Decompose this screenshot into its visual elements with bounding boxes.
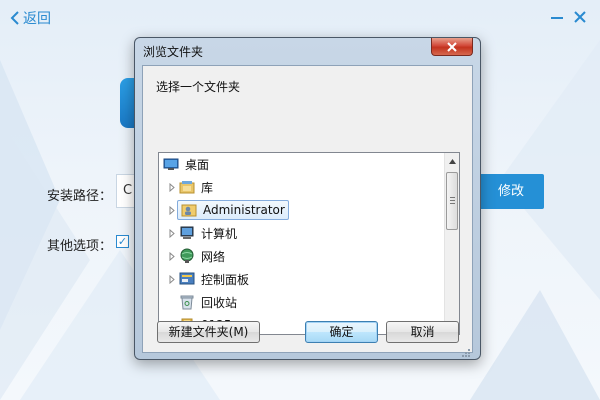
tree-item-computer[interactable]: 计算机: [167, 223, 237, 243]
recycle-bin-icon: [180, 295, 194, 310]
close-button[interactable]: [572, 9, 588, 25]
dialog-instruction: 选择一个文件夹: [156, 80, 241, 94]
other-option-checkbox[interactable]: ✓: [116, 235, 129, 248]
tree-item-label: 控制面板: [201, 272, 250, 287]
expand-arrow-icon[interactable]: [167, 200, 177, 220]
ok-button[interactable]: 确定: [305, 321, 378, 343]
dialog-title: 浏览文件夹: [143, 45, 204, 59]
dialog-close-button[interactable]: [431, 38, 473, 56]
chevron-left-icon: [10, 11, 19, 25]
selected-highlight: Administrator: [177, 200, 289, 220]
tree-item-label: 回收站: [201, 295, 238, 310]
expand-arrow-icon[interactable]: [167, 269, 177, 289]
tree-item-administrator[interactable]: Administrator: [167, 200, 289, 220]
back-button[interactable]: 返回: [10, 8, 51, 28]
close-icon: [447, 41, 457, 52]
new-folder-button[interactable]: 新建文件夹(M): [157, 321, 260, 343]
folder-tree[interactable]: 桌面 库 Administrator 计算机 网络 控制面板 回收站: [158, 152, 460, 335]
tree-item-desktop[interactable]: 桌面: [161, 154, 209, 174]
computer-icon: [180, 226, 194, 239]
control-panel-icon: [179, 272, 195, 285]
tree-item-control-panel[interactable]: 控制面板: [167, 269, 249, 289]
tree-item-label: Administrator: [203, 203, 285, 217]
arrow-up-icon: [449, 158, 456, 164]
browse-folder-dialog: 浏览文件夹 选择一个文件夹 桌面 库 Administrator 计算机 网络 …: [134, 37, 481, 360]
tree-scrollbar[interactable]: [444, 153, 459, 334]
tree-item-library[interactable]: 库: [167, 177, 213, 197]
scroll-up-button[interactable]: [445, 153, 459, 169]
tree-item-label: 库: [201, 180, 214, 195]
tree-item-label: 计算机: [201, 226, 238, 241]
expand-arrow-icon[interactable]: [167, 223, 177, 243]
other-options-label: 其他选项：: [47, 239, 113, 254]
minimize-icon: [551, 17, 563, 19]
close-icon: [574, 11, 586, 23]
dialog-body: 选择一个文件夹 桌面 库 Administrator 计算机 网络 控制面板 回…: [142, 65, 473, 353]
resize-grip-icon[interactable]: [460, 347, 470, 357]
install-path-label: 安装路径：: [47, 189, 113, 204]
back-label: 返回: [23, 11, 51, 27]
tree-item-label: 桌面: [185, 157, 210, 172]
expand-arrow-icon[interactable]: [167, 246, 177, 266]
desktop-icon: [163, 158, 179, 170]
network-icon: [180, 248, 194, 263]
tree-item-label: 网络: [201, 249, 226, 264]
cancel-button[interactable]: 取消: [386, 321, 459, 343]
user-folder-icon: [181, 204, 197, 217]
scrollbar-thumb[interactable]: [446, 172, 458, 230]
modify-button[interactable]: 修改: [478, 174, 544, 209]
title-bar: 返回: [0, 0, 600, 36]
minimize-button[interactable]: [549, 9, 565, 25]
library-icon: [179, 181, 195, 194]
tree-item-network[interactable]: 网络: [167, 246, 225, 266]
expand-arrow-icon[interactable]: [167, 177, 177, 197]
tree-item-recycle-bin[interactable]: 回收站: [177, 292, 237, 312]
